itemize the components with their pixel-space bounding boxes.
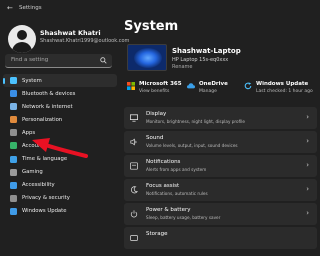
card-title: Power & battery [146, 207, 191, 213]
back-arrow-icon[interactable]: ← [7, 4, 13, 13]
card-display[interactable]: Display Monitors, brightness, night ligh… [124, 107, 317, 129]
search-icon [100, 57, 107, 64]
sidebar-item-label: Accessibility [22, 182, 55, 189]
quick-status-subtitle: View benefits [139, 89, 170, 94]
sidebar-item-label: Privacy & security [22, 195, 70, 202]
user-name: Shashwat Khatri [40, 29, 101, 37]
card-power-battery[interactable]: Power & battery Sleep, battery usage, ba… [124, 203, 317, 225]
sidebar-item-system[interactable]: System [3, 74, 117, 88]
sidebar-item-label: Apps [22, 129, 36, 136]
card-notifications[interactable]: Notifications Alerts from apps and syste… [124, 155, 317, 177]
accounts-icon [10, 142, 17, 150]
apps-icon [10, 129, 17, 137]
card-subtitle: Alerts from apps and system [146, 167, 207, 172]
bluetooth-icon [10, 90, 17, 98]
accessibility-icon [10, 181, 17, 189]
card-subtitle: Notifications, automatic rules [146, 191, 208, 196]
windows-update-icon [244, 82, 252, 90]
quick-status-title: Windows Update [256, 81, 309, 87]
quick-status-title: Microsoft 365 [139, 81, 182, 87]
chevron-right-icon: › [306, 185, 309, 193]
card-title: Notifications [146, 159, 181, 165]
avatar-head [17, 30, 27, 40]
gaming-icon [10, 168, 17, 176]
page-title: System [124, 19, 179, 34]
shield-icon [10, 194, 17, 202]
card-subtitle: Monitors, brightness, night light, displ… [146, 119, 245, 124]
quick-status-microsoft-365[interactable]: Microsoft 365 View benefits [127, 80, 187, 100]
card-title: Sound [146, 135, 164, 141]
card-title: Display [146, 111, 167, 117]
sidebar-item-windows-update[interactable]: Windows Update [3, 205, 117, 218]
system-icon [10, 77, 17, 84]
quick-status-title: OneDrive [199, 81, 228, 87]
sidebar-item-privacy-security[interactable]: Privacy & security [3, 192, 117, 205]
onedrive-icon [187, 83, 195, 89]
storage-icon [130, 235, 138, 241]
brush-icon [10, 116, 17, 124]
display-icon [130, 114, 138, 122]
sidebar-item-label: Gaming [22, 169, 43, 176]
focus-assist-icon [131, 186, 138, 194]
avatar-torso [12, 42, 32, 53]
avatar[interactable] [8, 25, 36, 53]
chevron-right-icon: › [306, 209, 309, 217]
search-placeholder: Find a setting [11, 57, 49, 63]
annotation-arrow-icon [32, 138, 88, 158]
notifications-icon [130, 162, 138, 170]
card-focus-assist[interactable]: Focus assist Notifications, automatic ru… [124, 179, 317, 201]
rename-link[interactable]: Rename [172, 64, 193, 70]
microsoft-365-icon [127, 82, 135, 90]
network-icon [10, 103, 17, 111]
search-input[interactable]: Find a setting [5, 54, 112, 68]
sidebar-item-accessibility[interactable]: Accessibility [3, 179, 117, 192]
power-icon [130, 210, 138, 218]
device-wallpaper-thumbnail [127, 44, 167, 71]
card-sound[interactable]: Sound Volume levels, output, input, soun… [124, 131, 317, 153]
sidebar-item-label: Network & internet [22, 103, 73, 110]
sidebar-item-label: Bluetooth & devices [22, 90, 76, 97]
card-title: Storage [146, 231, 168, 237]
quick-status-subtitle: Last checked: 1 hour ago [256, 89, 313, 94]
sound-icon [130, 138, 137, 146]
quick-status-subtitle: Manage [199, 89, 217, 94]
app-title: Settings [19, 5, 42, 11]
sidebar-item-gaming[interactable]: Gaming [3, 166, 117, 179]
sidebar-item-label: System [22, 77, 42, 84]
settings-list: Display Monitors, brightness, night ligh… [124, 107, 317, 251]
chevron-right-icon: › [306, 137, 309, 145]
time-language-icon [10, 155, 17, 163]
sidebar-item-label: Windows Update [22, 208, 67, 215]
card-storage[interactable]: Storage [124, 227, 317, 249]
sidebar-item-label: Personalization [22, 116, 63, 123]
sidebar-item-bluetooth-devices[interactable]: Bluetooth & devices [3, 87, 117, 100]
user-email: Shashwat.Khatri1999@outlook.com [40, 38, 130, 44]
quick-status-onedrive[interactable]: OneDrive Manage [187, 80, 237, 100]
chevron-right-icon: › [306, 161, 309, 169]
settings-window: ← Settings Shashwat Khatri Shashwat.Khat… [0, 0, 320, 256]
device-name: Shashwat-Laptop [172, 47, 241, 55]
windows-bloom-image [134, 48, 162, 68]
sidebar-item-network-internet[interactable]: Network & internet [3, 100, 117, 113]
sidebar-item-personalization[interactable]: Personalization [3, 113, 117, 126]
card-subtitle: Sleep, battery usage, battery saver [146, 215, 221, 220]
card-title: Focus assist [146, 183, 180, 189]
title-bar: ← Settings [0, 0, 320, 18]
quick-status-windows-update[interactable]: Windows Update Last checked: 1 hour ago [244, 80, 314, 100]
card-subtitle: Volume levels, output, input, sound devi… [146, 143, 238, 148]
chevron-right-icon: › [306, 113, 309, 121]
device-model: HP Laptop 15s-eq0xxx [172, 57, 229, 63]
windows-update-icon [10, 207, 17, 215]
